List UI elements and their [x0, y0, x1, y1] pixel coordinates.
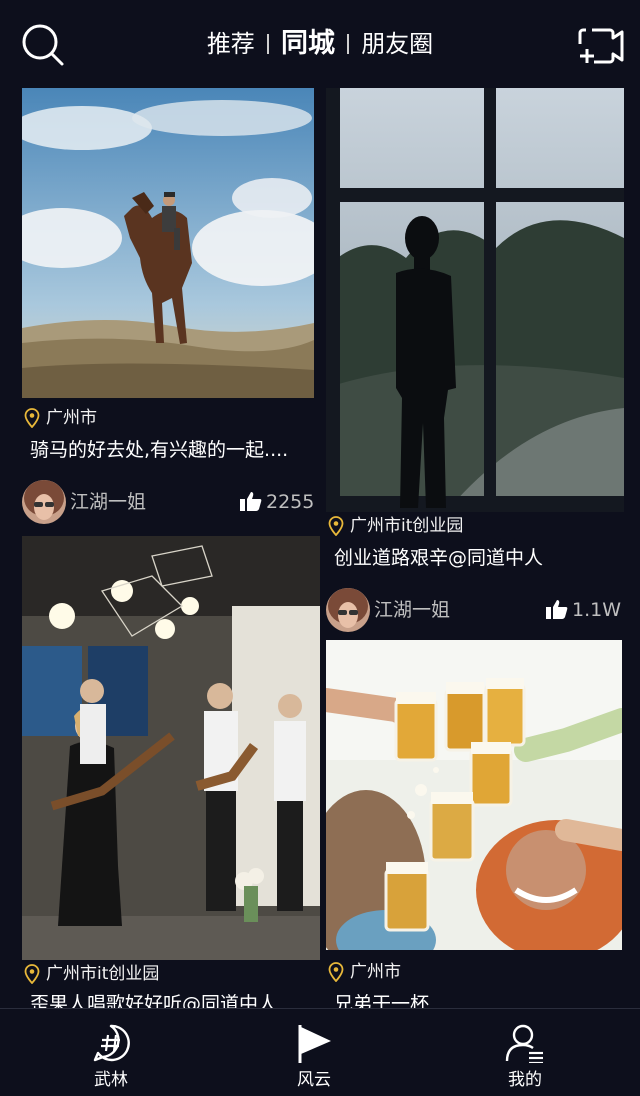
location-text: 广州市it创业园 [46, 964, 160, 984]
tab-divider [347, 34, 350, 54]
location-text: 广州市 [350, 962, 401, 982]
tab-same-city[interactable]: 同城 [281, 24, 335, 64]
author-name[interactable]: 江湖一姐 [374, 588, 450, 632]
post-card[interactable]: 广州市it创业园 创业道路艰辛@同道中人 江湖一姐 1.1W [326, 88, 624, 634]
avatar[interactable] [22, 480, 66, 524]
post-author-row: 江湖一姐 1.1W [326, 588, 622, 632]
flag-icon [298, 1025, 331, 1063]
location-text: 广州市it创业园 [350, 516, 464, 536]
post-caption: 骑马的好去处,有兴趣的一起.... [30, 439, 289, 461]
like-count: 1.1W [572, 599, 622, 621]
nav-label: 我的 [508, 1070, 542, 1090]
author-name[interactable]: 江湖一姐 [70, 480, 146, 524]
post-card[interactable]: 广州市 兄弟干一杯 [326, 640, 622, 1008]
post-photo[interactable] [22, 88, 314, 398]
tab-divider [266, 34, 269, 54]
tab-friends-circle[interactable]: 朋友圈 [361, 24, 433, 64]
location-pin-icon [328, 962, 344, 982]
like-counter[interactable]: 1.1W [546, 588, 622, 632]
location-text: 广州市 [46, 408, 97, 428]
bottom-navigation: 武林 风云 我的 [0, 1008, 640, 1096]
top-tabs: 推荐 同城 朋友圈 [0, 24, 640, 64]
location-pin-icon [24, 408, 40, 428]
avatar[interactable] [326, 588, 370, 632]
nav-item-wulin[interactable]: 武林 [51, 1009, 171, 1096]
post-caption: 兄弟干一杯 [334, 993, 430, 1008]
post-card[interactable]: 广州市it创业园 歪果人唱歌好好听@同道中人 [22, 536, 320, 1008]
like-count: 2255 [266, 491, 315, 513]
add-video-button[interactable] [576, 24, 626, 68]
top-bar: 推荐 同城 朋友圈 [0, 0, 640, 88]
profile-icon [505, 1024, 543, 1063]
location-pin-icon [24, 964, 40, 984]
thumbs-up-icon [546, 600, 568, 619]
post-card[interactable]: 广州市 骑马的好去处,有兴趣的一起.... 江湖一姐 2255 [22, 88, 314, 528]
hashtag-icon [93, 1024, 130, 1062]
post-caption: 创业道路艰辛@同道中人 [334, 547, 544, 569]
post-photo[interactable] [326, 88, 624, 512]
like-counter[interactable]: 2255 [240, 480, 315, 524]
nav-item-mine[interactable]: 我的 [465, 1009, 585, 1096]
nav-label: 武林 [94, 1070, 128, 1090]
post-caption: 歪果人唱歌好好听@同道中人 [30, 993, 278, 1008]
nav-item-fengyun[interactable]: 风云 [254, 1009, 374, 1096]
post-author-row: 江湖一姐 2255 [22, 480, 315, 524]
video-add-icon [578, 28, 624, 64]
post-feed: 广州市 骑马的好去处,有兴趣的一起.... 江湖一姐 2255 广州市it创业园… [0, 88, 640, 1008]
tab-recommend[interactable]: 推荐 [207, 24, 255, 64]
nav-label: 风云 [297, 1070, 331, 1090]
location-pin-icon [328, 516, 344, 536]
post-photo[interactable] [326, 640, 622, 950]
post-photo[interactable] [22, 536, 320, 960]
thumbs-up-icon [240, 492, 262, 511]
